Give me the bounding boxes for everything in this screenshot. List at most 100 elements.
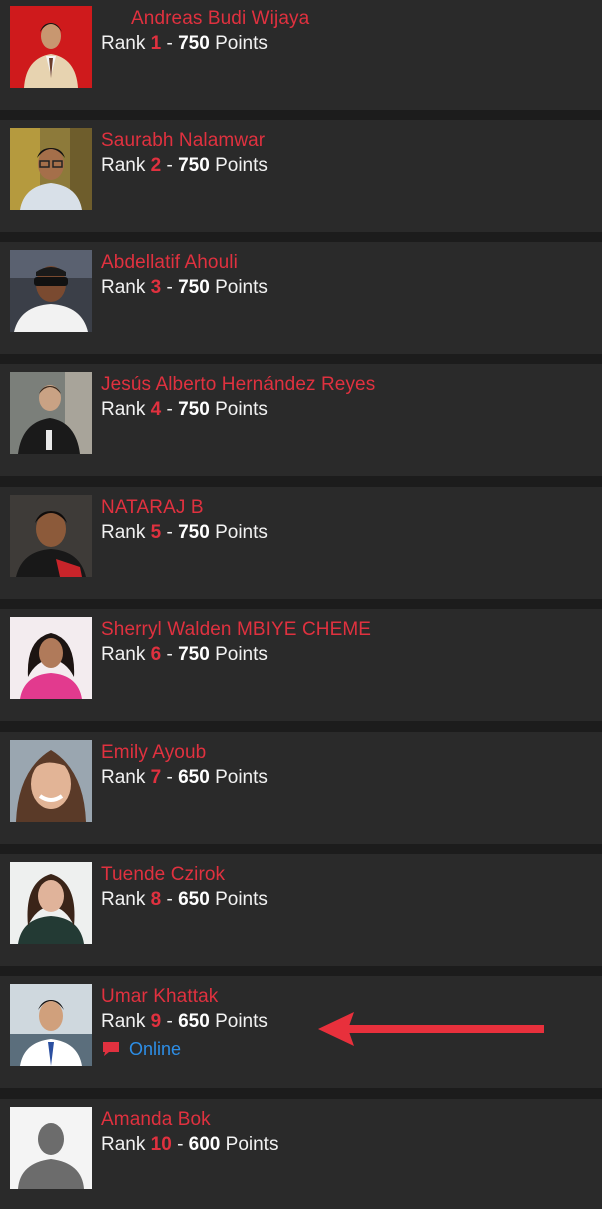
rank-number: 1 [150, 33, 162, 54]
avatar[interactable] [10, 740, 92, 822]
rank-separator: - [166, 33, 173, 54]
member-name[interactable]: Saurabh Nalamwar [101, 130, 265, 152]
points-value: 600 [188, 1134, 221, 1155]
rank-number: 3 [150, 277, 162, 298]
online-status[interactable]: Online [101, 1038, 181, 1060]
avatar-photo [10, 740, 92, 822]
chat-bubble-icon [103, 1042, 119, 1056]
rank-line: Rank 9 - 650 Points [101, 1011, 268, 1033]
points-label: Points [215, 33, 268, 54]
avatar[interactable] [10, 984, 92, 1066]
member-name[interactable]: Abdellatif Ahouli [101, 252, 238, 274]
person-silhouette-icon [10, 1107, 92, 1189]
rank-number: 6 [150, 644, 162, 665]
points-label: Points [215, 399, 268, 420]
rank-number: 10 [150, 1134, 172, 1155]
points-label: Points [215, 155, 268, 176]
online-status-label: Online [129, 1038, 182, 1059]
avatar-photo [10, 128, 92, 210]
rank-separator: - [166, 889, 173, 910]
rank-number: 2 [150, 155, 162, 176]
avatar-photo [10, 372, 92, 454]
rank-label: Rank [101, 1011, 146, 1032]
points-label: Points [215, 1011, 268, 1032]
rank-number: 8 [150, 889, 162, 910]
rank-number: 7 [150, 767, 162, 788]
rank-separator: - [166, 522, 173, 543]
avatar[interactable] [10, 128, 92, 210]
rank-label: Rank [101, 522, 146, 543]
rank-separator: - [166, 277, 173, 298]
leaderboard-row[interactable]: Andreas Budi Wijaya Rank 1 - 750 Points [0, 0, 602, 110]
member-name[interactable]: Sherryl Walden MBIYE CHEME [101, 619, 371, 641]
rank-line: Rank 10 - 600 Points [101, 1134, 278, 1156]
rank-number: 5 [150, 522, 162, 543]
rank-number: 9 [150, 1011, 162, 1032]
avatar-photo [10, 617, 92, 699]
rank-line: Rank 3 - 750 Points [101, 277, 268, 299]
left-arrow-annotation [318, 1012, 544, 1046]
points-label: Points [215, 522, 268, 543]
rank-line: Rank 4 - 750 Points [101, 399, 268, 421]
rank-label: Rank [101, 767, 146, 788]
rank-separator: - [166, 644, 173, 665]
member-name[interactable]: Emily Ayoub [101, 742, 206, 764]
points-label: Points [215, 644, 268, 665]
rank-line: Rank 7 - 650 Points [101, 767, 268, 789]
avatar-photo [10, 6, 92, 88]
rank-separator: - [166, 155, 173, 176]
rank-label: Rank [101, 155, 146, 176]
leaderboard-row[interactable]: Jesús Alberto Hernández Reyes Rank 4 - 7… [0, 364, 602, 476]
points-value: 650 [178, 1011, 210, 1032]
avatar-photo [10, 862, 92, 944]
rank-separator: - [177, 1134, 184, 1155]
member-name[interactable]: Umar Khattak [101, 986, 218, 1008]
rank-label: Rank [101, 644, 146, 665]
points-value: 750 [178, 277, 210, 298]
points-label: Points [225, 1134, 279, 1155]
avatar[interactable] [10, 6, 92, 88]
avatar[interactable] [10, 495, 92, 577]
member-name[interactable]: Jesús Alberto Hernández Reyes [101, 374, 375, 396]
leaderboard-list: Andreas Budi Wijaya Rank 1 - 750 Points … [0, 0, 602, 1209]
avatar-photo [10, 984, 92, 1066]
points-label: Points [215, 889, 268, 910]
rank-line: Rank 8 - 650 Points [101, 889, 268, 911]
avatar-photo [10, 250, 92, 332]
rank-line: Rank 5 - 750 Points [101, 522, 268, 544]
avatar[interactable] [10, 862, 92, 944]
points-value: 650 [178, 767, 210, 788]
leaderboard-row[interactable]: Sherryl Walden MBIYE CHEME Rank 6 - 750 … [0, 609, 602, 721]
rank-label: Rank [101, 399, 146, 420]
rank-label: Rank [101, 277, 146, 298]
member-name[interactable]: Amanda Bok [101, 1109, 211, 1131]
leaderboard-row[interactable]: Emily Ayoub Rank 7 - 650 Points [0, 732, 602, 844]
rank-label: Rank [101, 33, 146, 54]
leaderboard-row[interactable]: Amanda Bok Rank 10 - 600 Points [0, 1099, 602, 1209]
leaderboard-row[interactable]: Tuende Czirok Rank 8 - 650 Points [0, 854, 602, 966]
rank-line: Rank 1 - 750 Points [101, 33, 268, 55]
leaderboard-row[interactable]: Saurabh Nalamwar Rank 2 - 750 Points [0, 120, 602, 232]
rank-number: 4 [150, 399, 162, 420]
points-value: 750 [178, 33, 210, 54]
leaderboard-row[interactable]: Abdellatif Ahouli Rank 3 - 750 Points [0, 242, 602, 354]
avatar[interactable] [10, 1107, 92, 1189]
rank-separator: - [166, 399, 173, 420]
member-name[interactable]: Tuende Czirok [101, 864, 225, 886]
rank-line: Rank 2 - 750 Points [101, 155, 268, 177]
avatar[interactable] [10, 617, 92, 699]
rank-label: Rank [101, 1134, 146, 1155]
avatar[interactable] [10, 372, 92, 454]
rank-separator: - [166, 1011, 173, 1032]
points-label: Points [215, 277, 268, 298]
points-value: 650 [178, 889, 210, 910]
member-name[interactable]: Andreas Budi Wijaya [131, 8, 309, 30]
rank-line: Rank 6 - 750 Points [101, 644, 268, 666]
points-value: 750 [178, 399, 210, 420]
member-name[interactable]: NATARAJ B [101, 497, 204, 519]
points-label: Points [215, 767, 268, 788]
leaderboard-row[interactable]: NATARAJ B Rank 5 - 750 Points [0, 487, 602, 599]
avatar[interactable] [10, 250, 92, 332]
rank-label: Rank [101, 889, 146, 910]
points-value: 750 [178, 644, 210, 665]
